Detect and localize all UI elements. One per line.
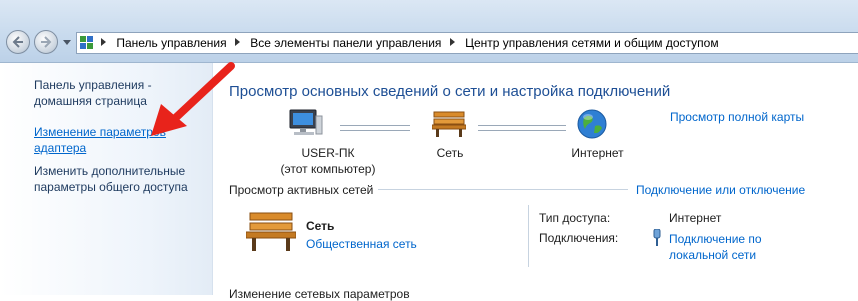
back-arrow-icon	[12, 36, 23, 48]
access-type-label: Тип доступа:	[539, 211, 611, 225]
computer-icon[interactable]	[288, 108, 324, 140]
page-title: Просмотр основных сведений о сети и наст…	[229, 83, 671, 100]
vertical-divider	[528, 205, 529, 267]
breadcrumb-separator[interactable]	[234, 38, 240, 46]
recent-pages-chevron-down-icon[interactable]	[63, 40, 71, 45]
access-type-value: Интернет	[669, 211, 722, 225]
plug-icon	[653, 229, 661, 246]
full-map-link[interactable]: Просмотр полной карты	[670, 110, 804, 124]
connections-label: Подключения:	[539, 231, 619, 245]
local-area-connection-link[interactable]: Подключение по локальной сети	[669, 231, 779, 263]
internet-node-label: Интернет	[571, 146, 624, 160]
forward-button[interactable]	[34, 30, 58, 54]
change-sharing-settings-link[interactable]: Изменить дополнительные параметры общего…	[34, 163, 199, 195]
control-panel-icon	[80, 36, 93, 49]
connect-disconnect-link[interactable]: Подключение или отключение	[636, 183, 805, 197]
network-node-label: Сеть	[436, 146, 464, 160]
back-button[interactable]	[6, 30, 30, 54]
network-type-link[interactable]: Общественная сеть	[306, 237, 417, 251]
breadcrumb-control-panel[interactable]: Панель управления	[116, 36, 226, 50]
change-network-settings-heading: Изменение сетевых параметров	[229, 287, 410, 301]
address-bar[interactable]: Панель управления Все элементы панели уп…	[76, 32, 858, 54]
breadcrumb: Панель управления Все элементы панели уп…	[99, 33, 719, 53]
red-annotation-arrow	[151, 62, 235, 136]
network-bench-icon[interactable]	[246, 211, 296, 253]
breadcrumb-separator[interactable]	[449, 38, 455, 46]
network-name: Сеть	[306, 219, 335, 233]
breadcrumb-separator[interactable]	[101, 38, 106, 46]
active-networks-heading: Просмотр активных сетей	[229, 183, 374, 197]
computer-name[interactable]: USER-ПК	[278, 145, 378, 161]
computer-subtitle: (этот компьютер)	[280, 162, 376, 176]
map-connector-line	[478, 125, 566, 131]
section-divider	[378, 189, 628, 190]
forward-arrow-icon	[41, 36, 52, 48]
bench-icon[interactable]	[432, 110, 466, 138]
computer-node-label: USER-ПК (этот компьютер)	[278, 145, 378, 177]
globe-icon[interactable]	[576, 108, 608, 140]
navigation-bar: Панель управления Все элементы панели уп…	[0, 0, 858, 63]
map-connector-line	[340, 125, 410, 131]
breadcrumb-all-items[interactable]: Все элементы панели управления	[250, 36, 441, 50]
breadcrumb-network-center[interactable]: Центр управления сетями и общим доступом	[465, 36, 719, 50]
